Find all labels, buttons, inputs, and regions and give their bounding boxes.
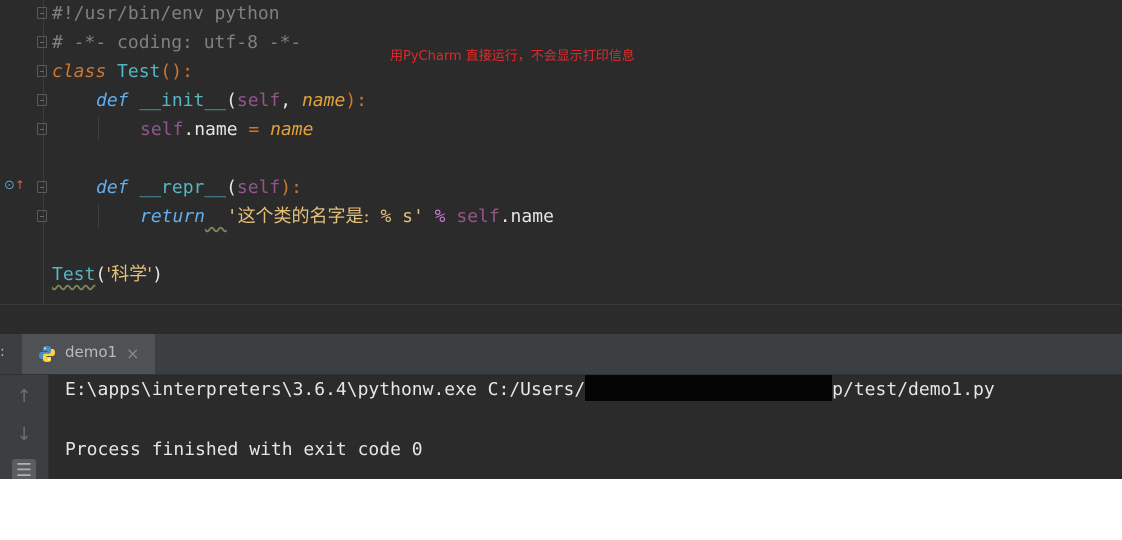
- code-line-4: def __init__(self, name):: [96, 90, 367, 111]
- run-label-colon: :: [0, 344, 5, 360]
- editor-bottom-border: [0, 304, 1122, 305]
- red-annotation-text: 用PyCharm 直接运行，不会显示打印信息: [390, 49, 635, 64]
- soft-wrap-icon[interactable]: ☰: [12, 459, 36, 479]
- close-icon[interactable]: ×: [126, 344, 139, 363]
- fold-marker[interactable]: [37, 7, 47, 19]
- console-exit-line: Process finished with exit code 0: [65, 439, 423, 460]
- python-icon: [39, 346, 55, 362]
- run-console[interactable]: ↑ ↓ ☰ E:\apps\interpreters\3.6.4\pythonw…: [0, 375, 1122, 479]
- code-line-7: def __repr__(self):: [96, 177, 302, 198]
- tab-label: demo1: [65, 343, 118, 361]
- run-tool-window-header: [0, 334, 1122, 375]
- console-command-line: E:\apps\interpreters\3.6.4\pythonw.exe C…: [65, 375, 995, 404]
- fold-marker[interactable]: [37, 123, 47, 135]
- fold-marker[interactable]: [37, 94, 47, 106]
- arrow-down-icon[interactable]: ↓: [12, 423, 36, 447]
- code-line-1: #!/usr/bin/env python: [52, 3, 280, 24]
- code-line-10: Test('科学'): [52, 264, 163, 285]
- fold-marker[interactable]: [37, 210, 47, 222]
- arrow-up-icon[interactable]: ↑: [12, 385, 36, 409]
- code-editor[interactable]: ⊙↑ #!/usr/bin/env python # -*- coding: u…: [0, 0, 1122, 334]
- tab-demo1[interactable]: demo1 ×: [22, 334, 155, 374]
- fold-marker[interactable]: [37, 181, 47, 193]
- code-line-8: return '这个类的名字是: % s' % self.name: [140, 206, 554, 227]
- override-method-icon[interactable]: ⊙↑: [4, 178, 25, 193]
- console-sidebar: ↑ ↓ ☰: [0, 375, 49, 479]
- indent-guide: [98, 117, 99, 141]
- code-line-3: class Test():: [52, 61, 193, 82]
- fold-marker[interactable]: [37, 36, 47, 48]
- fold-marker[interactable]: [37, 65, 47, 77]
- redacted-block: [585, 375, 833, 401]
- code-line-5: self.name = name: [140, 119, 314, 140]
- indent-guide: [98, 204, 99, 228]
- code-line-2: # -*- coding: utf-8 -*-: [52, 32, 302, 53]
